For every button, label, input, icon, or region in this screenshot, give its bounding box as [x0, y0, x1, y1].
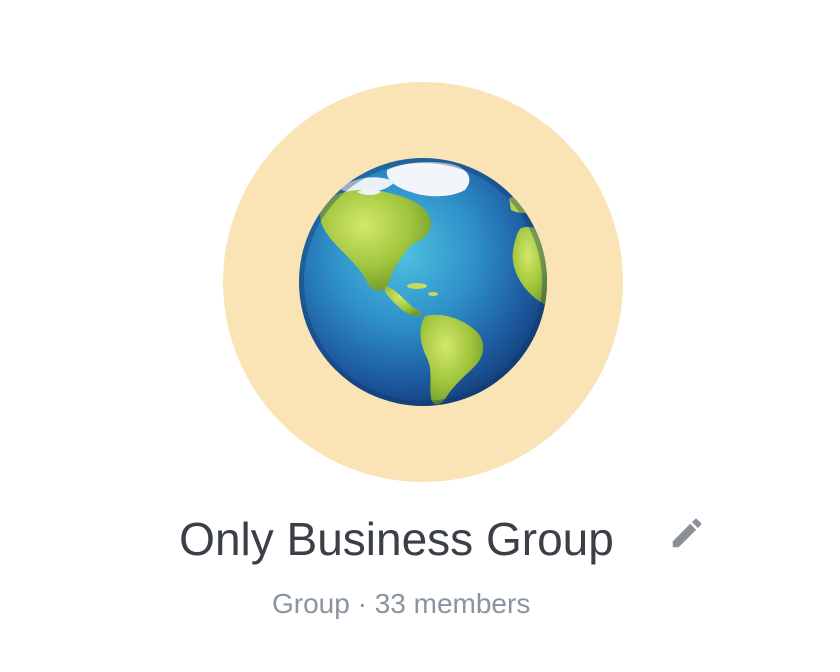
pencil-icon[interactable] — [668, 514, 706, 552]
group-type-label: Group — [272, 588, 350, 619]
globe-americas-icon — [299, 158, 547, 406]
member-count: 33 members — [374, 588, 531, 619]
subtitle-separator: · — [357, 588, 367, 619]
group-profile: Only Business Group Group · 33 members — [0, 0, 840, 672]
group-subtitle: Group · 33 members — [272, 588, 530, 620]
group-avatar[interactable] — [223, 82, 623, 482]
